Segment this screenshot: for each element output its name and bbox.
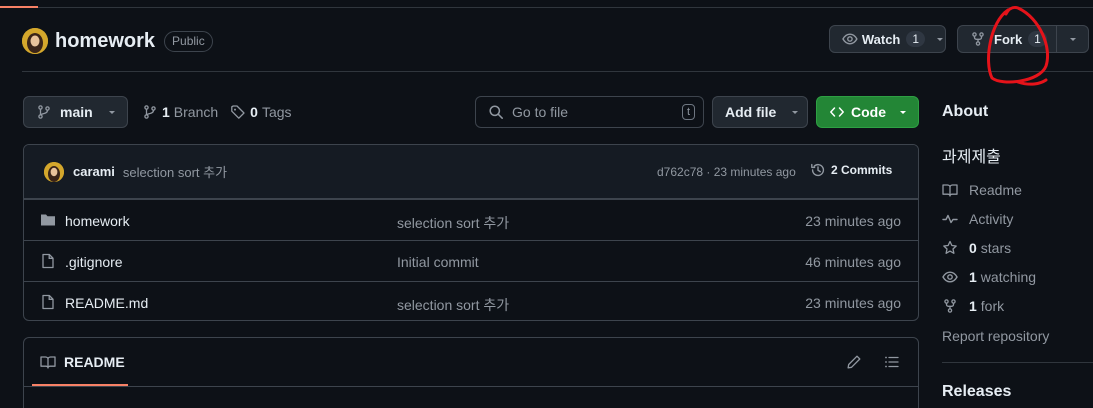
branch-icon [38, 105, 50, 119]
file-commit-message[interactable]: selection sort 추가 [397, 295, 509, 315]
file-row[interactable]: .gitignore Initial commit 46 minutes ago [24, 240, 918, 281]
watch-counter: 1 [906, 31, 926, 47]
commit-message[interactable]: selection sort 추가 [123, 162, 227, 181]
file-row[interactable]: README.md selection sort 추가 23 minutes a… [24, 281, 918, 320]
about-description: 과제제출 [942, 147, 1001, 166]
file-icon [42, 294, 54, 310]
chevron-down-icon [937, 38, 944, 41]
readme-tab[interactable]: README [40, 354, 125, 370]
shortcut-key: t [681, 104, 695, 120]
branch-icon [144, 105, 156, 119]
tags-link[interactable]: 0 Tags [230, 104, 292, 120]
chevron-down-icon [792, 111, 799, 114]
code-label: Code [851, 104, 886, 120]
stars-link[interactable]: 0 stars [942, 240, 1011, 256]
activity-link[interactable]: Activity [942, 211, 1013, 227]
add-file-label: Add file [725, 104, 777, 120]
pencil-icon[interactable] [846, 354, 862, 370]
branch-tag-info: 1 Branch 0 Tags [142, 104, 292, 120]
file-commit-time: 23 minutes ago [805, 213, 901, 229]
owner-avatar[interactable] [22, 28, 48, 54]
code-icon [830, 107, 844, 117]
red-circle-annotation [987, 6, 1049, 86]
chevron-down-icon [900, 111, 906, 114]
book-icon [40, 356, 56, 369]
commit-author-avatar[interactable] [44, 161, 64, 182]
branch-name: main [60, 104, 93, 120]
file-icon [42, 253, 54, 269]
commits-history-link[interactable]: 2 Commits [810, 162, 892, 178]
file-commit-message[interactable]: Initial commit [397, 254, 479, 270]
file-row[interactable]: homework selection sort 추가 23 minutes ag… [24, 199, 918, 240]
top-nav-border [0, 0, 1093, 8]
fork-icon [944, 299, 956, 313]
code-button[interactable]: Code [816, 96, 919, 128]
sidebar-divider [942, 362, 1093, 363]
readme-panel: README [23, 337, 919, 408]
active-tab-underline [0, 6, 38, 8]
book-icon [942, 184, 958, 197]
forks-link[interactable]: 1 fork [942, 298, 1004, 314]
report-repository-link[interactable]: Report repository [942, 328, 1049, 344]
go-to-file-input[interactable]: Go to file t [475, 96, 704, 128]
watch-label: Watch [861, 31, 901, 47]
eye-icon [842, 33, 858, 45]
watching-link[interactable]: 1 watching [942, 269, 1036, 285]
search-placeholder: Go to file [512, 104, 569, 120]
fork-options-button[interactable] [1056, 25, 1089, 53]
file-commit-time: 23 minutes ago [805, 295, 901, 311]
file-name[interactable]: .gitignore [65, 254, 123, 270]
readme-divider [24, 386, 918, 387]
branch-selector[interactable]: main [23, 96, 128, 128]
header-divider [22, 71, 1093, 72]
list-icon[interactable] [884, 354, 900, 370]
chevron-down-icon [108, 111, 115, 114]
readme-link[interactable]: Readme [942, 182, 1022, 198]
visibility-badge: Public [164, 30, 213, 52]
pulse-icon [942, 214, 958, 224]
file-name[interactable]: homework [65, 213, 130, 229]
branches-link[interactable]: 1 Branch [162, 104, 218, 120]
eye-icon [942, 271, 958, 283]
commit-meta[interactable]: d762c78 · 23 minutes ago [657, 165, 796, 179]
file-name[interactable]: README.md [65, 295, 148, 311]
star-icon [943, 240, 957, 254]
folder-icon [41, 214, 55, 226]
commit-author[interactable]: carami [73, 164, 115, 179]
releases-heading[interactable]: Releases [942, 383, 1011, 401]
add-file-button[interactable]: Add file [712, 96, 808, 128]
tag-icon [231, 105, 245, 119]
watch-button[interactable]: Watch 1 [829, 25, 946, 53]
about-heading: About [942, 103, 989, 120]
latest-commit-bar: carami selection sort 추가 d762c78 · 23 mi… [24, 145, 918, 199]
file-commit-message[interactable]: selection sort 추가 [397, 213, 509, 233]
history-icon [811, 163, 825, 177]
search-icon [489, 105, 503, 119]
file-browser: carami selection sort 추가 d762c78 · 23 mi… [23, 144, 919, 321]
chevron-down-icon [1069, 38, 1076, 41]
repo-name[interactable]: homework [55, 30, 155, 53]
file-commit-time: 46 minutes ago [805, 254, 901, 270]
